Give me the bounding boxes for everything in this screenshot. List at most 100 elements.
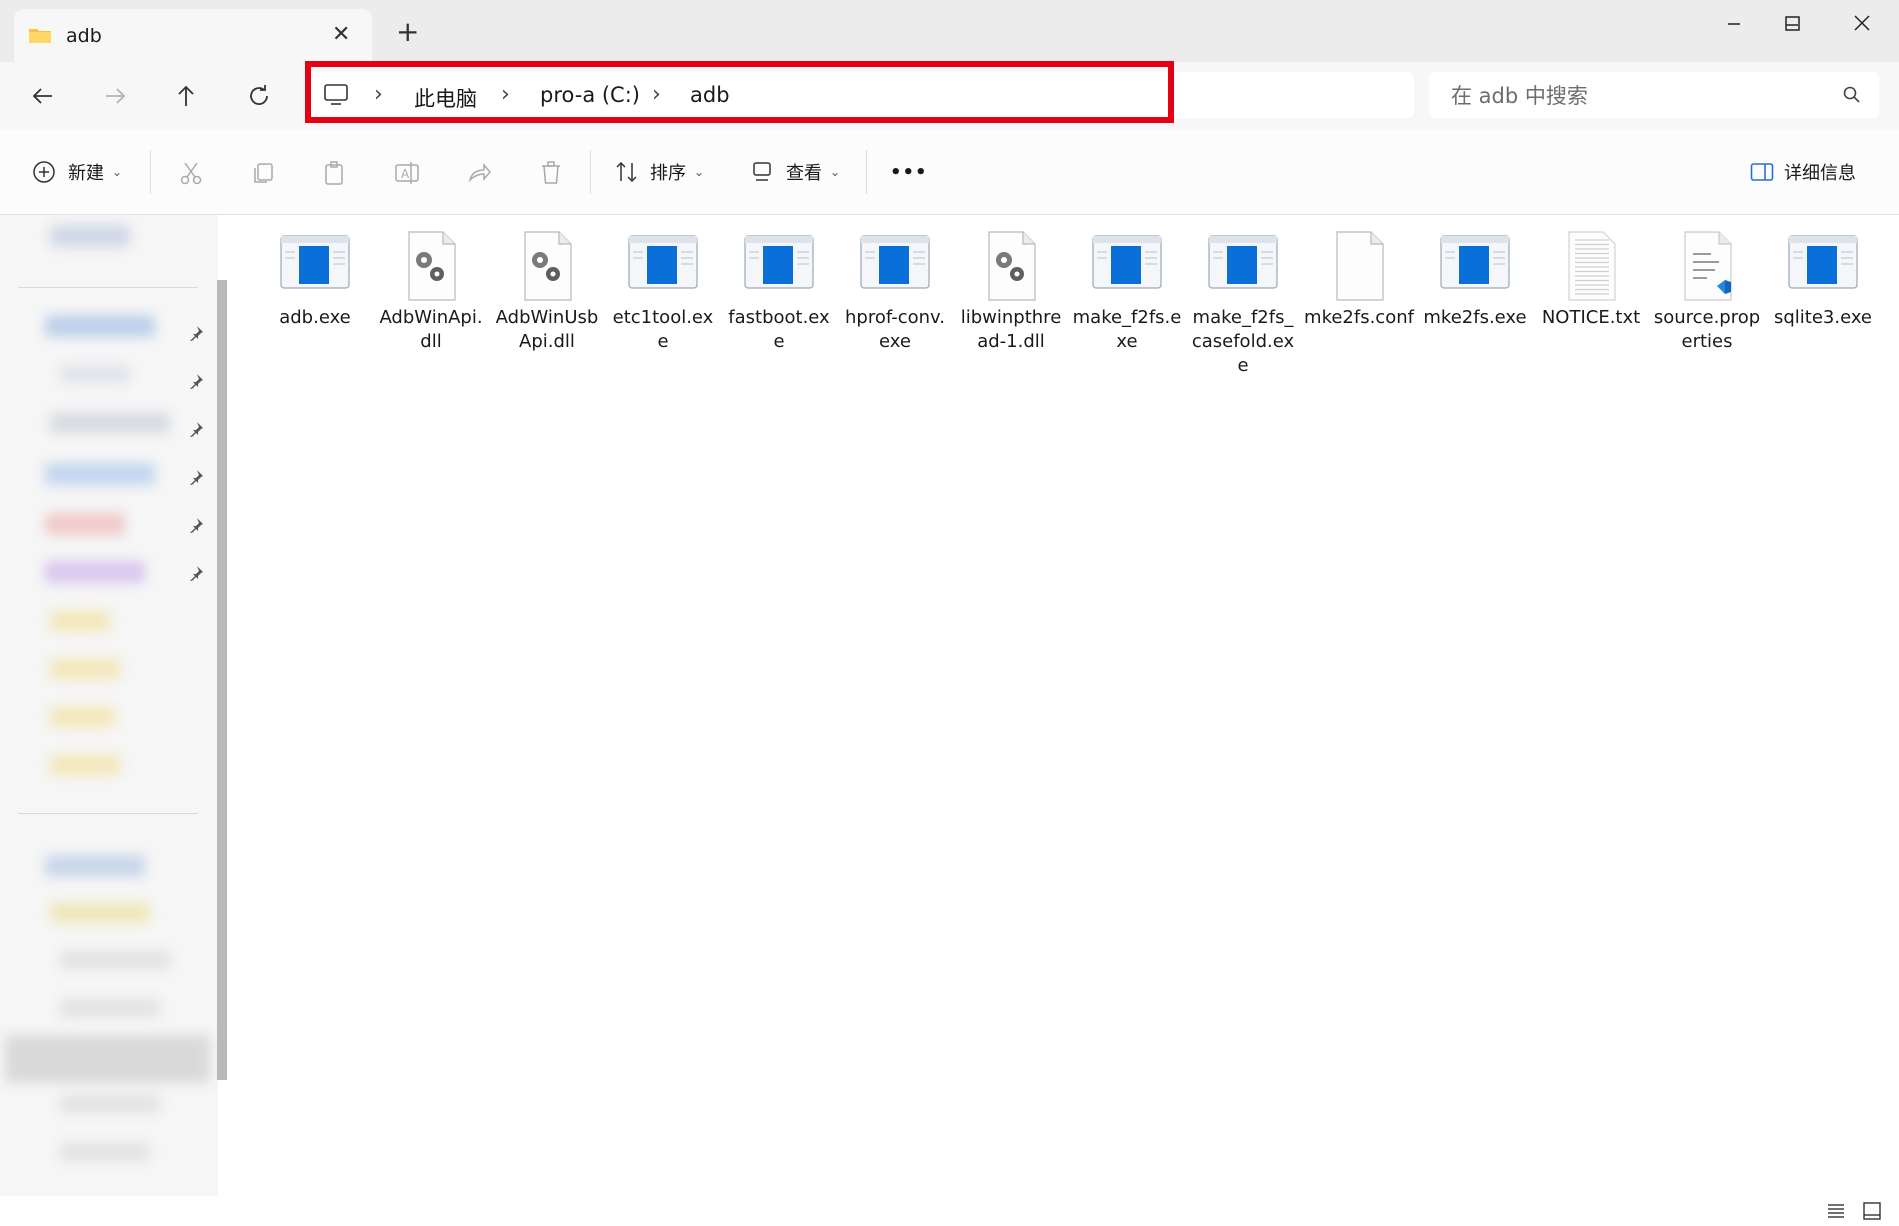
sidebar-divider <box>18 287 198 288</box>
more-options-button[interactable]: ••• <box>890 155 928 189</box>
details-label: 详细信息 <box>1784 163 1856 184</box>
address-bar[interactable]: › 此电脑 › pro-a (C:) › adb <box>309 72 1414 118</box>
up-arrow-icon[interactable] <box>169 79 203 113</box>
file-item[interactable]: libwinpthread-1.dll <box>956 230 1066 354</box>
toolbar-divider <box>866 150 867 194</box>
forward-arrow-icon[interactable] <box>98 79 132 113</box>
close-window-button[interactable] <box>1840 6 1884 42</box>
file-item[interactable]: adb.exe <box>260 230 370 330</box>
file-name: etc1tool.exe <box>612 307 714 352</box>
sidebar-scrollbar[interactable] <box>217 280 227 1080</box>
view-icon <box>753 162 771 181</box>
breadcrumb-separator: › <box>374 82 383 107</box>
details-pane-button[interactable]: 详细信息 <box>1750 155 1856 189</box>
file-item[interactable]: source.properties <box>1652 230 1762 354</box>
file-item[interactable]: AdbWinUsbApi.dll <box>492 230 602 354</box>
view-button[interactable]: 查看 ⌄ <box>752 155 840 189</box>
back-arrow-icon[interactable] <box>26 79 60 113</box>
file-name: NOTICE.txt <box>1541 307 1641 328</box>
details-view-icon[interactable] <box>1826 1202 1846 1220</box>
file-name: make_f2fs_casefold.exe <box>1191 307 1295 376</box>
file-item[interactable]: mke2fs.exe <box>1420 230 1530 330</box>
exe-file-icon <box>1092 235 1162 289</box>
pin-icon <box>190 470 203 485</box>
delete-icon[interactable] <box>538 160 564 186</box>
dll-file-icon <box>988 231 1036 301</box>
maximize-button[interactable] <box>1770 6 1814 42</box>
search-input[interactable] <box>1449 78 1833 114</box>
toolbar-divider <box>150 150 151 194</box>
navigation-pane[interactable] <box>0 215 218 1200</box>
file-item[interactable]: make_f2fs_casefold.exe <box>1188 230 1298 378</box>
file-explorer-window: adb ✕ + › 此电脑 › pro-a (C:) › adb 在 adb 中… <box>0 0 1899 1226</box>
sort-label: 排序 <box>650 163 686 184</box>
exe-file-icon <box>280 235 350 289</box>
sidebar-divider <box>18 813 198 814</box>
file-item[interactable]: fastboot.exe <box>724 230 834 354</box>
svg-text:A: A <box>401 167 410 181</box>
search-icon[interactable] <box>1842 85 1862 105</box>
exe-file-icon <box>1788 235 1858 289</box>
refresh-icon[interactable] <box>242 79 276 113</box>
file-name: fastboot.exe <box>728 307 830 352</box>
toolbar-divider <box>590 150 591 194</box>
file-item[interactable]: etc1tool.exe <box>608 230 718 354</box>
file-name: hprof-conv.exe <box>845 307 945 352</box>
plus-circle-icon <box>33 161 55 183</box>
copy-icon[interactable] <box>250 160 276 186</box>
text-file-icon <box>1568 231 1616 301</box>
exe-file-icon <box>1440 235 1510 289</box>
view-label: 查看 <box>786 163 822 184</box>
file-name: sqlite3.exe <box>1773 307 1873 328</box>
pin-icon <box>190 326 203 341</box>
file-name: adb.exe <box>279 307 351 328</box>
command-bar: 新建 ⌄ A 排序 ⌄ 查看 ⌄ ••• 详细信息 <box>0 130 1899 215</box>
tab-title: adb <box>66 25 102 47</box>
paste-icon[interactable] <box>322 160 348 186</box>
breadcrumb-drive-c[interactable]: pro-a (C:) <box>540 83 640 107</box>
rename-icon[interactable]: A <box>394 160 420 186</box>
minimize-button[interactable] <box>1712 6 1756 42</box>
details-pane-icon <box>1750 163 1774 181</box>
file-name: AdbWinUsbApi.dll <box>495 307 599 352</box>
close-tab-icon[interactable]: ✕ <box>332 22 350 47</box>
chevron-down-icon: ⌄ <box>112 165 123 179</box>
file-item[interactable]: mke2fs.conf <box>1304 230 1414 330</box>
file-item[interactable]: sqlite3.exe <box>1768 230 1878 330</box>
file-list-area[interactable]: adb.exe AdbWinApi.dll AdbWinUsbApi.dll etc1… <box>240 215 1890 1200</box>
new-tab-button[interactable]: + <box>396 18 419 46</box>
sort-button[interactable]: 排序 ⌄ <box>614 155 704 189</box>
file-item[interactable]: AdbWinApi.dll <box>376 230 486 354</box>
title-bar: adb ✕ + <box>0 0 1899 63</box>
breadcrumb-this-pc[interactable]: 此电脑 <box>414 83 477 113</box>
large-icons-view-icon[interactable] <box>1862 1201 1882 1221</box>
file-item[interactable]: hprof-conv.exe <box>840 230 950 354</box>
file-name: AdbWinApi.dll <box>379 307 483 352</box>
breadcrumb-adb[interactable]: adb <box>690 83 730 107</box>
new-button[interactable]: 新建 ⌄ <box>32 155 122 189</box>
status-bar <box>0 1196 1899 1226</box>
file-name: make_f2fs.exe <box>1072 307 1182 352</box>
properties-file-icon <box>1684 231 1732 301</box>
breadcrumb-separator: › <box>501 82 510 107</box>
file-name: libwinpthread-1.dll <box>960 307 1062 352</box>
search-box[interactable] <box>1429 72 1879 118</box>
cut-icon[interactable] <box>178 160 204 186</box>
navigation-bar: › 此电脑 › pro-a (C:) › adb <box>0 62 1899 130</box>
chevron-down-icon: ⌄ <box>694 165 705 179</box>
this-pc-icon[interactable] <box>323 83 349 107</box>
tab-adb[interactable]: adb ✕ <box>14 9 372 63</box>
pin-icon <box>190 518 203 533</box>
folder-icon <box>29 29 51 43</box>
blank-file-icon <box>1336 231 1384 301</box>
exe-file-icon <box>860 235 930 289</box>
sort-icon <box>616 161 637 183</box>
file-item[interactable]: NOTICE.txt <box>1536 230 1646 330</box>
dll-file-icon <box>408 231 456 301</box>
share-icon[interactable] <box>466 160 492 186</box>
file-item[interactable]: make_f2fs.exe <box>1072 230 1182 354</box>
dll-file-icon <box>524 231 572 301</box>
chevron-down-icon: ⌄ <box>830 165 841 179</box>
breadcrumb-separator: › <box>652 82 661 107</box>
file-name: mke2fs.conf <box>1304 307 1414 328</box>
